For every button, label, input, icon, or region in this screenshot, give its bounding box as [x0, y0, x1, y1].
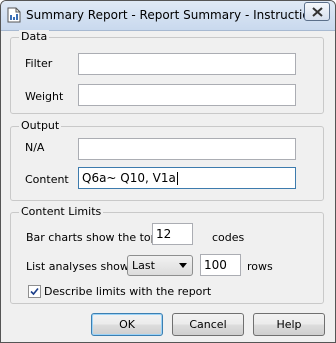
chevron-down-icon [179, 263, 187, 268]
title-bar[interactable]: Summary Report - Report Summary - Instru… [1, 1, 335, 31]
bar-charts-top-input[interactable]: 12 [152, 223, 193, 245]
weight-label: Weight [25, 90, 64, 103]
dialog-window: Summary Report - Report Summary - Instru… [0, 0, 336, 343]
report-icon [7, 7, 21, 23]
bar-charts-suffix: codes [212, 231, 245, 244]
content-label: Content [25, 173, 69, 186]
na-input[interactable] [78, 138, 296, 160]
list-analyses-label: List analyses show [26, 260, 129, 273]
list-analyses-suffix: rows [247, 260, 273, 273]
text-caret [176, 172, 178, 185]
close-button[interactable] [304, 2, 330, 21]
bar-charts-label: Bar charts show the top [26, 231, 158, 244]
output-group-legend: Output [19, 119, 62, 132]
window-title: Summary Report - Report Summary - Instru… [26, 8, 329, 22]
content-input-value: Q6a~ Q10, V1a [82, 171, 176, 185]
ok-button[interactable]: OK [91, 313, 163, 336]
cancel-button[interactable]: Cancel [172, 313, 244, 336]
na-label: N/A [25, 141, 45, 154]
close-icon [312, 7, 323, 17]
weight-input[interactable] [78, 84, 296, 106]
filter-input[interactable] [78, 53, 296, 75]
describe-limits-label[interactable]: Describe limits with the report [44, 285, 211, 298]
describe-limits-checkbox[interactable] [28, 285, 41, 298]
checkmark-icon [30, 287, 39, 296]
data-group-legend: Data [19, 30, 50, 43]
help-button[interactable]: Help [253, 313, 325, 336]
content-limits-legend: Content Limits [19, 205, 104, 218]
list-analyses-select[interactable]: Last [127, 255, 193, 276]
list-analyses-select-value: Last [132, 259, 155, 272]
filter-label: Filter [25, 57, 53, 70]
content-input[interactable]: Q6a~ Q10, V1a [78, 167, 296, 189]
list-analyses-rows-input[interactable]: 100 [200, 254, 241, 276]
